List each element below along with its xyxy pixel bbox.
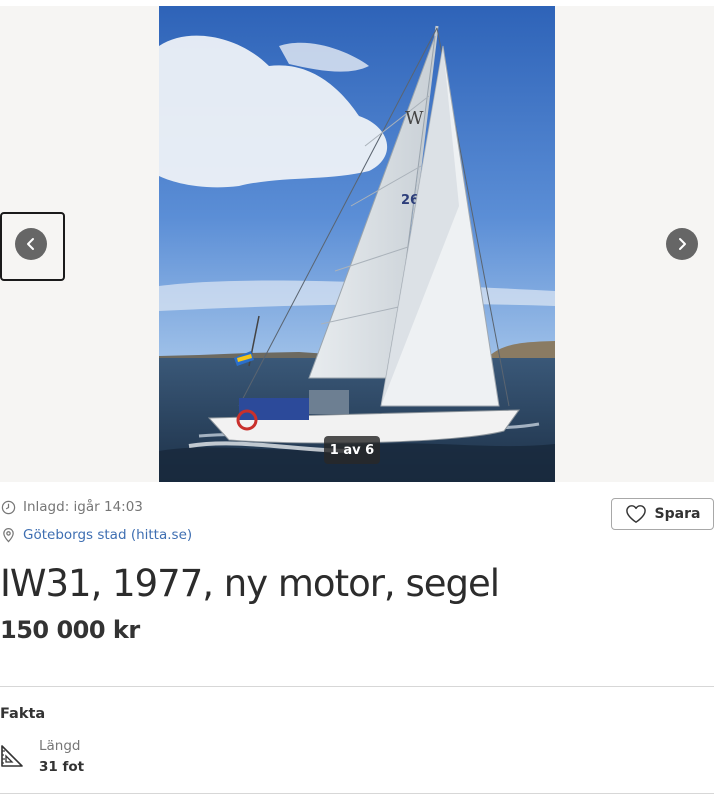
prev-image-button[interactable] [15,228,47,260]
ruler-triangle-icon [0,743,24,769]
facts-heading: Fakta [0,706,46,722]
next-image-button[interactable] [666,228,698,260]
save-button[interactable]: Spara [611,498,714,530]
save-label: Spara [654,506,701,522]
listing-photo[interactable]: 261 W [159,6,555,482]
image-counter: 1 av 6 [324,436,380,464]
location-link[interactable]: Göteborgs stad (hitta.se) [23,527,192,543]
svg-text:W: W [405,108,424,129]
clock-icon [0,499,16,515]
divider [0,793,714,794]
posted-date: Inlagd: igår 14:03 [0,499,143,515]
chevron-right-icon [679,238,686,250]
chevron-left-icon [27,238,34,250]
heart-icon [625,505,646,523]
divider [0,686,714,687]
posted-text: Inlagd: igår 14:03 [23,499,143,515]
fact-value-length: 31 fot [39,759,85,775]
listing-title: IW31, 1977, ny motor, segel [0,562,500,605]
location: Göteborgs stad (hitta.se) [0,527,192,543]
image-gallery: 261 W 1 av 6 [0,6,714,482]
listing-price: 150 000 kr [0,616,140,644]
map-pin-icon [0,527,16,543]
sailboat-photo: 261 W [159,6,555,482]
fact-label-length: Längd [39,738,81,754]
